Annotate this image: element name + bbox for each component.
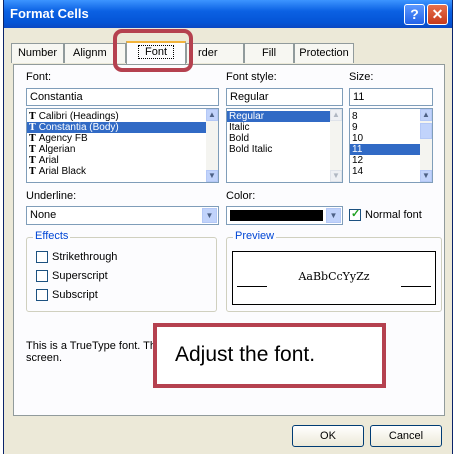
font-style-list[interactable]: Regular Italic Bold Bold Italic ▲ ▼ — [226, 108, 343, 183]
scroll-down-icon[interactable]: ▼ — [420, 170, 432, 182]
truetype-icon: T — [29, 156, 36, 166]
truetype-icon: T — [29, 145, 36, 155]
list-item[interactable]: Bold — [227, 133, 342, 144]
strikethrough-checkbox[interactable] — [36, 251, 48, 263]
truetype-icon: T — [29, 167, 36, 177]
normal-font-label[interactable]: Normal font — [365, 209, 422, 221]
font-style-input[interactable]: Regular — [226, 88, 343, 106]
size-input[interactable]: 11 — [349, 88, 433, 106]
truetype-icon: T — [29, 123, 36, 133]
color-swatch — [230, 210, 323, 221]
superscript-checkbox[interactable] — [36, 270, 48, 282]
title-bar[interactable]: Format Cells ? ✕ — [4, 0, 452, 28]
preview-line-right — [401, 286, 431, 287]
preview-box: AaBbCcYyZz — [232, 251, 436, 305]
list-item[interactable]: Bold Italic — [227, 144, 342, 155]
normal-font-checkbox[interactable] — [349, 207, 361, 221]
subscript-checkbox[interactable] — [36, 289, 48, 301]
preview-title: Preview — [233, 230, 277, 242]
tab-border[interactable]: rder — [186, 43, 244, 63]
font-label: Font: — [26, 71, 52, 83]
tab-protection[interactable]: Protection — [294, 43, 354, 63]
help-button[interactable]: ? — [404, 4, 425, 25]
subscript-label[interactable]: Subscript — [52, 289, 98, 301]
truetype-icon: T — [29, 112, 36, 122]
chevron-down-icon[interactable]: ▼ — [326, 208, 341, 223]
effects-title: Effects — [33, 230, 71, 242]
info-text-line1: This is a TrueType font. Th — [26, 340, 157, 352]
info-text-line2: screen. — [26, 352, 63, 364]
preview-sample: AaBbCcYyZz — [298, 270, 370, 283]
preview-line-left — [237, 286, 267, 287]
list-item[interactable]: T Algerian — [27, 144, 218, 155]
instruction-callout: Adjust the font. — [153, 323, 386, 388]
tab-number[interactable]: Number — [11, 43, 64, 63]
font-scrollbar[interactable]: ▲ ▼ — [206, 109, 218, 182]
scroll-down-icon: ▼ — [330, 170, 342, 182]
close-button[interactable]: ✕ — [427, 4, 448, 25]
list-item[interactable]: Italic — [227, 122, 342, 133]
list-item[interactable]: T Arial Black — [27, 166, 218, 177]
cancel-button[interactable]: Cancel — [370, 425, 442, 447]
color-label: Color: — [226, 190, 256, 202]
truetype-icon: T — [29, 134, 36, 144]
size-list[interactable]: 8 9 10 11 12 14 ▲ ▼ — [349, 108, 433, 183]
scroll-thumb[interactable] — [420, 123, 432, 139]
scroll-up-icon[interactable]: ▲ — [420, 109, 432, 121]
scroll-down-icon[interactable]: ▼ — [206, 170, 218, 182]
font-list[interactable]: T Calibri (Headings) T Constantia (Body) T… — [26, 108, 219, 183]
font-input[interactable]: Constantia — [26, 88, 219, 106]
callout-text: Adjust the font. — [175, 343, 316, 366]
tab-fill[interactable]: Fill — [244, 43, 294, 63]
list-item[interactable]: T Arial — [27, 155, 218, 166]
list-item[interactable]: T Constantia (Body) — [27, 122, 218, 133]
dialog-title: Format Cells — [10, 6, 89, 21]
superscript-label[interactable]: Superscript — [52, 270, 108, 282]
underline-select[interactable]: None ▼ — [26, 206, 219, 225]
chevron-down-icon[interactable]: ▼ — [202, 208, 217, 223]
scroll-up-icon: ▲ — [330, 109, 342, 121]
size-scrollbar[interactable]: ▲ ▼ — [420, 109, 432, 182]
size-label: Size: — [349, 71, 374, 83]
list-item[interactable]: Regular — [227, 111, 342, 122]
color-select[interactable]: ▼ — [226, 206, 343, 225]
tab-font[interactable]: Font — [126, 41, 186, 64]
tab-font-label: Font — [137, 45, 174, 59]
font-style-scrollbar[interactable]: ▲ ▼ — [330, 109, 342, 182]
font-style-label: Font style: — [226, 71, 277, 83]
strikethrough-label[interactable]: Strikethrough — [52, 251, 117, 263]
underline-value: None — [30, 209, 57, 221]
list-item[interactable]: T Calibri (Headings) — [27, 111, 218, 122]
underline-label: Underline: — [26, 190, 77, 202]
ok-button[interactable]: OK — [292, 425, 364, 447]
scroll-up-icon[interactable]: ▲ — [206, 109, 218, 121]
list-item[interactable]: T Agency FB — [27, 133, 218, 144]
